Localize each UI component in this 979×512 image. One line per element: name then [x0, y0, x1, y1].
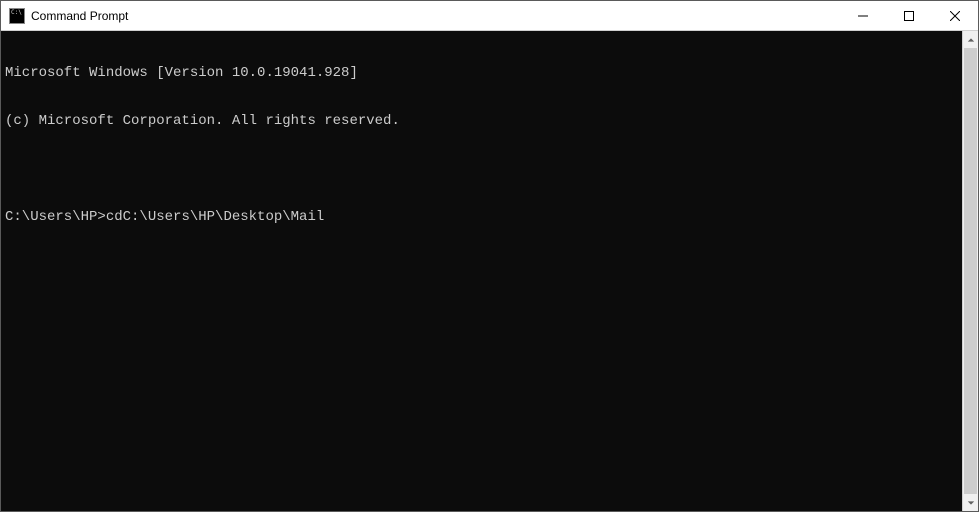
terminal-prompt-line: C:\Users\HP>cdC:\Users\HP\Desktop\Mail	[5, 209, 958, 225]
vertical-scrollbar[interactable]	[962, 31, 978, 511]
scroll-thumb[interactable]	[964, 48, 977, 494]
chevron-down-icon	[967, 499, 975, 507]
scroll-up-button[interactable]	[963, 31, 978, 48]
maximize-button[interactable]	[886, 1, 932, 30]
scroll-track[interactable]	[963, 48, 978, 494]
minimize-icon	[858, 11, 868, 21]
close-icon	[950, 11, 960, 21]
window-controls	[840, 1, 978, 30]
window-title: Command Prompt	[31, 9, 840, 23]
titlebar[interactable]: Command Prompt	[1, 1, 978, 31]
content-area: Microsoft Windows [Version 10.0.19041.92…	[1, 31, 978, 511]
chevron-up-icon	[967, 36, 975, 44]
scroll-down-button[interactable]	[963, 494, 978, 511]
terminal-output-line: Microsoft Windows [Version 10.0.19041.92…	[5, 65, 958, 81]
app-icon	[9, 8, 25, 24]
maximize-icon	[904, 11, 914, 21]
minimize-button[interactable]	[840, 1, 886, 30]
terminal[interactable]: Microsoft Windows [Version 10.0.19041.92…	[1, 31, 962, 511]
terminal-blank-line	[5, 161, 958, 177]
close-button[interactable]	[932, 1, 978, 30]
command-text: cdC:\Users\HP\Desktop\Mail	[106, 209, 324, 225]
terminal-output-line: (c) Microsoft Corporation. All rights re…	[5, 113, 958, 129]
prompt-text: C:\Users\HP>	[5, 209, 106, 225]
